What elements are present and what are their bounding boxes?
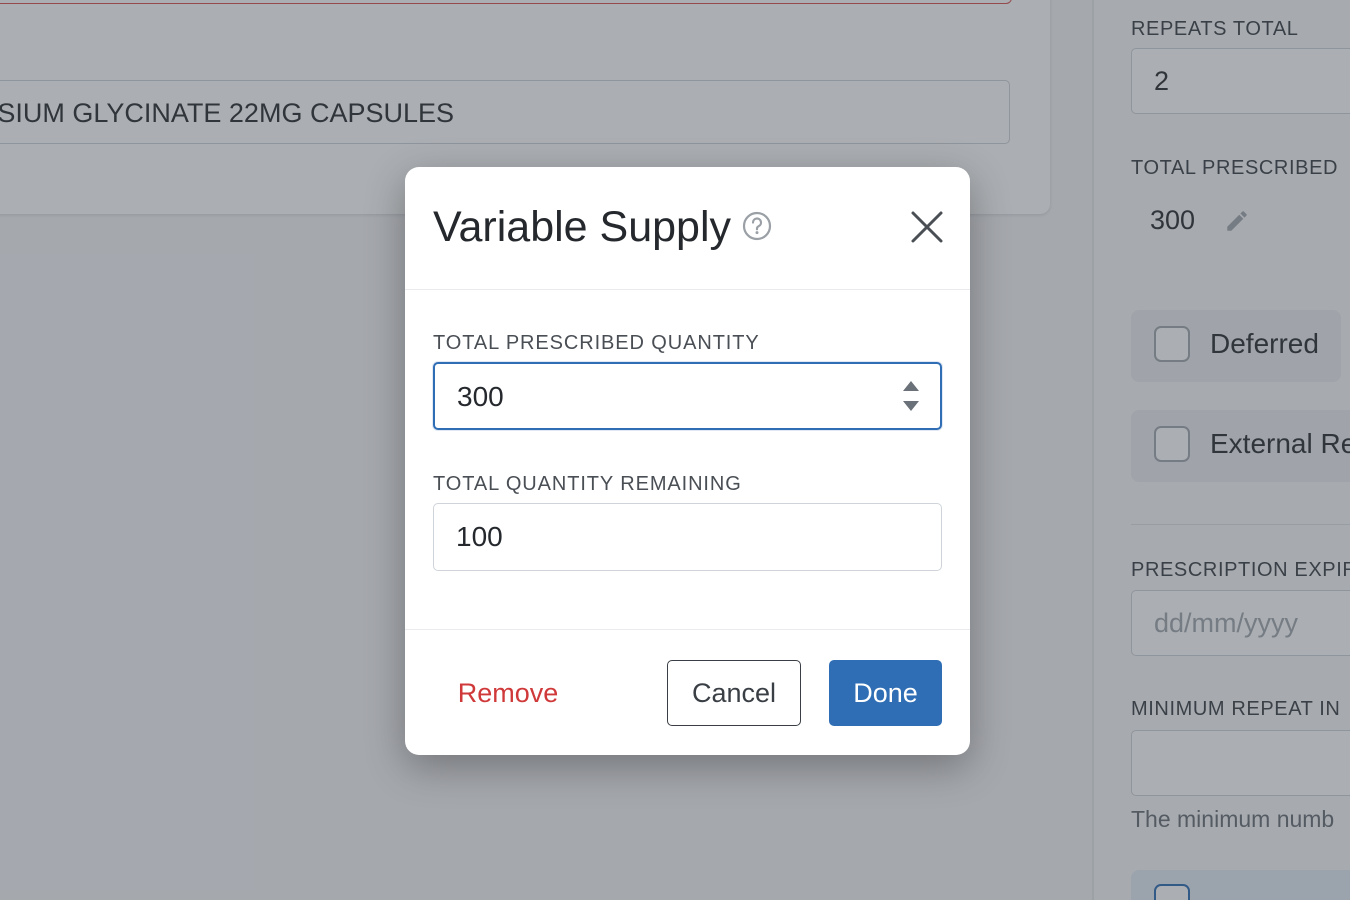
cancel-button[interactable]: Cancel: [667, 660, 801, 726]
spinner-icon[interactable]: [900, 376, 922, 416]
total-quantity-remaining-value: 100: [456, 521, 503, 552]
total-quantity-remaining-input[interactable]: 100: [433, 503, 942, 571]
total-prescribed-quantity-input[interactable]: 300: [433, 362, 942, 430]
remove-button[interactable]: Remove: [433, 660, 583, 726]
done-button[interactable]: Done: [829, 660, 942, 726]
dialog-header: Variable Supply: [405, 167, 970, 290]
total-quantity-remaining-label: TOTAL QUANTITY REMAINING: [433, 473, 742, 495]
total-prescribed-quantity-label: TOTAL PRESCRIBED QUANTITY: [433, 332, 760, 354]
total-prescribed-quantity-value: 300: [457, 381, 504, 412]
close-button[interactable]: [905, 205, 949, 249]
dialog-footer-divider: [405, 629, 970, 630]
variable-supply-dialog: Variable Supply TOTAL PRESCRIBED QUANTIT…: [405, 167, 970, 755]
close-icon: [911, 211, 943, 243]
dialog-title: Variable Supply: [433, 203, 731, 251]
help-circle-icon[interactable]: [741, 210, 773, 242]
